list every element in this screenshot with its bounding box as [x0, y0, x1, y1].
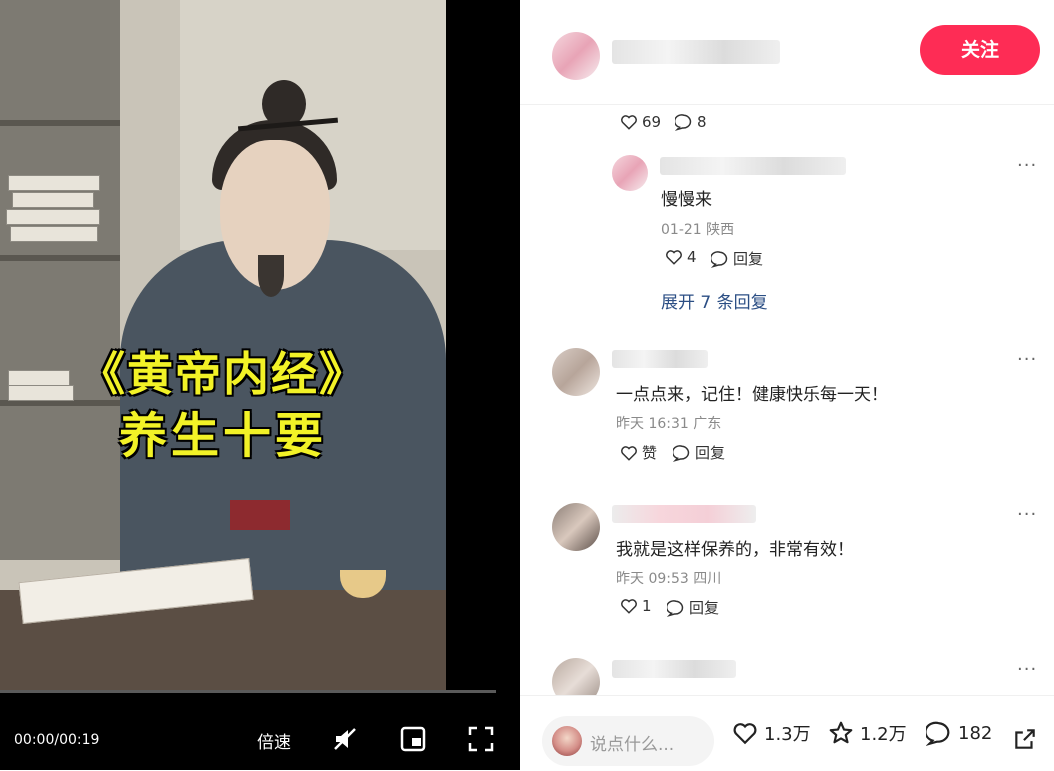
- star-icon: [829, 721, 853, 744]
- comment-icon: [711, 250, 728, 268]
- comment-text: 慢慢来: [661, 190, 712, 210]
- follow-button[interactable]: 关注: [920, 25, 1040, 75]
- pip-icon[interactable]: [400, 726, 426, 752]
- more-options-icon[interactable]: ···: [1017, 349, 1037, 370]
- comment-button[interactable]: 182: [926, 720, 992, 746]
- expand-replies-link[interactable]: 展开 7 条回复: [661, 288, 768, 313]
- commenter-avatar[interactable]: [552, 348, 600, 396]
- progress-bar[interactable]: [0, 690, 496, 693]
- like-count: 69: [642, 113, 662, 131]
- like-count: 4: [687, 248, 697, 266]
- user-avatar: [552, 726, 582, 756]
- reply-count: 8: [697, 113, 707, 131]
- like-label: 赞: [642, 444, 658, 462]
- comment-meta: 昨天 16:31 广东: [616, 416, 722, 432]
- heart-icon: [621, 445, 637, 461]
- comment-meta: 01-21 陕西: [661, 222, 735, 238]
- comment-input[interactable]: 说点什么...: [542, 716, 714, 766]
- like-total: 1.3万: [764, 724, 811, 745]
- commenter-avatar[interactable]: [552, 503, 600, 551]
- speed-button[interactable]: 倍速: [257, 728, 291, 753]
- reply-label: 回复: [733, 250, 764, 268]
- fullscreen-icon[interactable]: [468, 726, 494, 752]
- author-header: 关注: [520, 0, 1054, 105]
- commenter-name[interactable]: [660, 157, 846, 175]
- heart-icon: [666, 250, 682, 265]
- comment-like[interactable]: 69: [620, 113, 661, 131]
- more-options-icon[interactable]: ···: [1017, 155, 1037, 176]
- comment-text: 一点点来，记住！健康快乐每一天！: [616, 385, 888, 405]
- heart-icon: [621, 599, 637, 614]
- video-player[interactable]: 《黄帝内经》 养生十要 00:00/00:19 倍速: [0, 0, 520, 770]
- commenter-avatar[interactable]: [552, 658, 600, 695]
- more-options-icon[interactable]: ···: [1017, 504, 1037, 525]
- comment-total: 182: [958, 722, 993, 744]
- video-title-line1: 《黄帝内经》: [79, 347, 367, 401]
- video-frame: 《黄帝内经》 养生十要: [0, 0, 446, 690]
- time-display: 00:00/00:19: [14, 732, 100, 748]
- input-placeholder: 说点什么...: [590, 735, 675, 755]
- favorite-total: 1.2万: [860, 724, 907, 745]
- commenter-name[interactable]: [612, 660, 736, 678]
- comment-icon: [675, 114, 692, 131]
- favorite-button[interactable]: 1.2万: [828, 720, 907, 746]
- author-avatar[interactable]: [552, 32, 600, 80]
- action-bar: 说点什么... 1.3万 1.2万 182: [520, 695, 1054, 771]
- author-name[interactable]: [612, 40, 780, 64]
- comment-replies[interactable]: 8: [675, 113, 707, 131]
- reply-button[interactable]: 回复: [673, 442, 725, 463]
- comment-like[interactable]: 4: [665, 248, 697, 266]
- heart-icon: [733, 723, 757, 745]
- reply-button[interactable]: 回复: [711, 248, 763, 269]
- like-button[interactable]: 1.3万: [732, 720, 811, 746]
- video-controls: 00:00/00:19 倍速: [0, 712, 520, 770]
- reply-label: 回复: [689, 599, 720, 617]
- red-sash: [230, 500, 290, 530]
- reply-label: 回复: [695, 444, 726, 462]
- heart-icon: [621, 115, 637, 130]
- comment-meta: 昨天 09:53 四川: [616, 571, 722, 587]
- video-title-line2: 养生十要: [118, 408, 327, 464]
- share-icon[interactable]: [1012, 726, 1038, 752]
- comment-like[interactable]: 1: [620, 597, 652, 615]
- comment-icon: [667, 599, 684, 617]
- scholar-beard: [258, 255, 284, 297]
- comment-like[interactable]: 赞: [620, 442, 657, 463]
- comment-icon: [673, 444, 690, 462]
- like-count: 1: [642, 597, 652, 615]
- more-options-icon[interactable]: ···: [1017, 659, 1037, 680]
- comment-text: 我就是这样保养的，非常有效！: [616, 540, 854, 560]
- reply-button[interactable]: 回复: [667, 597, 719, 618]
- comment-icon: [926, 721, 950, 746]
- comment-list[interactable]: 69 8 ··· 慢慢来 01-21 陕西 4 回复 展开 7 条回复 ··· …: [520, 105, 1054, 695]
- commenter-avatar[interactable]: [612, 155, 648, 191]
- bookshelf: [0, 0, 120, 560]
- mute-icon[interactable]: [332, 726, 358, 752]
- commenter-name[interactable]: [612, 350, 708, 368]
- comment-panel: 关注 69 8 ··· 慢慢来 01-21 陕西 4 回复 展开 7 条回复 ·…: [520, 0, 1054, 771]
- commenter-name[interactable]: [612, 505, 756, 523]
